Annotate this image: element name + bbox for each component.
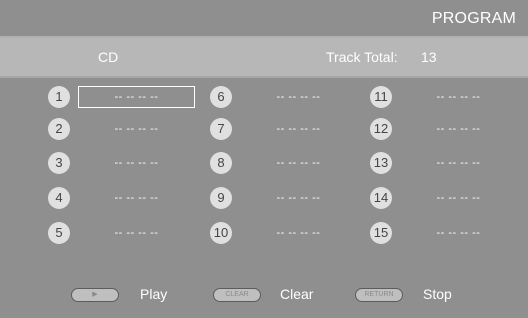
slot-track-field[interactable]: -- -- -- --: [400, 118, 517, 140]
slot-track-field[interactable]: -- -- -- --: [240, 187, 357, 209]
slot-number-badge: 7: [210, 118, 232, 140]
play-label: Play: [140, 286, 168, 302]
slot-number-badge: 13: [370, 152, 392, 174]
slot-track-field[interactable]: -- -- -- --: [240, 118, 357, 140]
play-key-icon[interactable]: ▶: [71, 288, 119, 302]
slot-number-badge: 12: [370, 118, 392, 140]
slot-number-badge: 2: [48, 118, 70, 140]
slot-number-badge: 9: [210, 187, 232, 209]
header-divider: [0, 76, 528, 78]
slot-number-badge: 8: [210, 152, 232, 174]
clear-label: Clear: [280, 286, 314, 302]
slot-track-field[interactable]: -- -- -- --: [78, 187, 195, 209]
slot-track-field[interactable]: -- -- -- --: [400, 152, 517, 174]
source-label: CD: [98, 49, 119, 65]
slot-number-badge: 11: [370, 86, 392, 108]
screen-title: PROGRAM: [431, 10, 516, 27]
slot-number-badge: 5: [48, 222, 70, 244]
slot-track-field[interactable]: -- -- -- --: [78, 118, 195, 140]
slot-number-badge: 3: [48, 152, 70, 174]
stop-label: Stop: [423, 286, 452, 302]
slot-number-badge: 10: [210, 222, 232, 244]
track-total-label: Track Total:: [326, 49, 398, 65]
clear-key-icon[interactable]: CLEAR: [213, 288, 261, 302]
slot-track-field[interactable]: -- -- -- --: [240, 86, 357, 108]
slot-number-badge: 15: [370, 222, 392, 244]
slot-track-field[interactable]: -- -- -- --: [78, 222, 195, 244]
slot-number-badge: 14: [370, 187, 392, 209]
return-key-icon[interactable]: RETURN: [355, 288, 403, 302]
slot-track-field[interactable]: -- -- -- --: [400, 187, 517, 209]
slot-track-field[interactable]: -- -- -- --: [240, 152, 357, 174]
slot-number-badge: 1: [48, 86, 70, 108]
program-screen: PROGRAM CD Track Total: 13 1 -- -- -- --…: [0, 0, 528, 318]
slot-track-field[interactable]: -- -- -- --: [78, 86, 195, 108]
slot-track-field[interactable]: -- -- -- --: [400, 222, 517, 244]
slot-number-badge: 4: [48, 187, 70, 209]
slot-track-field[interactable]: -- -- -- --: [400, 86, 517, 108]
header-band: CD Track Total: 13: [0, 38, 528, 76]
control-legend: ▶ Play CLEAR Clear RETURN Stop: [0, 286, 528, 306]
slot-number-badge: 6: [210, 86, 232, 108]
track-total-value: 13: [421, 49, 437, 65]
slot-track-field[interactable]: -- -- -- --: [78, 152, 195, 174]
slot-track-field[interactable]: -- -- -- --: [240, 222, 357, 244]
